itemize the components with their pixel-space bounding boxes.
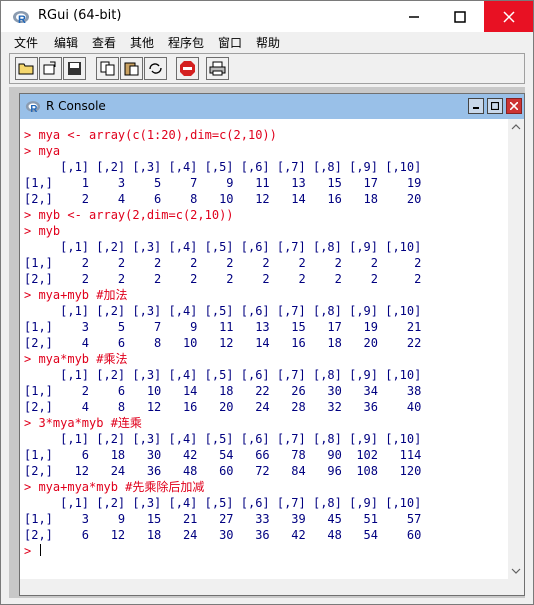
console-line: [1,] 6 18 30 42 54 66 78 90 102 114 (24, 448, 422, 462)
svg-text:R: R (30, 104, 37, 114)
console-line: > mya*myb #乘法 (24, 352, 128, 366)
mdi-client-area: R R Console > mya <- array(c(1:20),dim=c… (9, 87, 525, 598)
console-line: [,1] [,2] [,3] [,4] [,5] [,6] [,7] [,8] … (24, 160, 422, 174)
save-icon (68, 62, 81, 75)
minimize-icon (473, 107, 479, 109)
maximize-icon (491, 102, 499, 110)
close-button[interactable] (484, 1, 533, 32)
r-logo-icon: R (25, 101, 41, 114)
stop-button[interactable] (176, 57, 199, 80)
console-line: [,1] [,2] [,3] [,4] [,5] [,6] [,7] [,8] … (24, 304, 422, 318)
console-line: > mya+myb #加法 (24, 288, 128, 302)
minimize-button[interactable] (391, 1, 437, 32)
window-title: RGui (64-bit) (38, 8, 122, 23)
paste-button[interactable] (120, 57, 143, 80)
menu-edit[interactable]: 编辑 (54, 34, 78, 51)
print-button[interactable] (206, 57, 229, 80)
vertical-scrollbar[interactable] (508, 119, 524, 579)
menu-view[interactable]: 查看 (92, 34, 116, 51)
load-workspace-icon (43, 61, 56, 75)
refresh-icon (149, 63, 162, 74)
close-icon (502, 10, 515, 23)
console-close-button[interactable] (506, 98, 522, 114)
console-output[interactable]: > mya <- array(c(1:20),dim=c(2,10)) > my… (24, 127, 504, 567)
console-line: [1,] 2 6 10 14 18 22 26 30 34 38 (24, 384, 422, 398)
svg-text:R: R (18, 14, 26, 25)
open-script-button[interactable] (15, 57, 38, 80)
console-line: [2,] 6 12 18 24 30 36 42 48 54 60 (24, 528, 422, 542)
console-line: > mya <- array(c(1:20),dim=c(2,10)) (24, 128, 277, 142)
console-line: [,1] [,2] [,3] [,4] [,5] [,6] [,7] [,8] … (24, 240, 422, 254)
console-prompt: > (24, 544, 32, 558)
scroll-down-icon (511, 568, 521, 574)
printer-icon (209, 61, 226, 76)
console-line: [1,] 2 2 2 2 2 2 2 2 2 2 (24, 256, 422, 270)
copy-icon (100, 61, 115, 76)
menu-bar: 文件 编辑 查看 其他 程序包 窗口 帮助 (1, 32, 533, 52)
load-workspace-button[interactable] (39, 57, 62, 80)
save-workspace-button[interactable] (63, 57, 86, 80)
scroll-up-icon (511, 124, 521, 130)
console-title-bar[interactable]: R R Console (20, 94, 524, 119)
console-line: [1,] 3 5 7 9 11 13 15 17 19 21 (24, 320, 422, 334)
maximize-button[interactable] (437, 1, 483, 32)
horizontal-scrollbar[interactable] (20, 579, 524, 595)
toolbar (9, 53, 525, 84)
console-line: [,1] [,2] [,3] [,4] [,5] [,6] [,7] [,8] … (24, 496, 422, 510)
copy-paste-button[interactable] (144, 57, 167, 80)
text-cursor (40, 544, 42, 556)
console-line: [2,] 4 8 12 16 20 24 28 32 36 40 (24, 400, 422, 414)
menu-packages[interactable]: 程序包 (168, 34, 204, 51)
console-minimize-button[interactable] (468, 98, 484, 114)
console-line: > myb <- array(2,dim=c(2,10)) (24, 208, 234, 222)
console-line: > 3*mya*myb #连乘 (24, 416, 142, 430)
console-line: > myb (24, 224, 61, 238)
console-line: > mya (24, 144, 61, 158)
console-line: [,1] [,2] [,3] [,4] [,5] [,6] [,7] [,8] … (24, 368, 422, 382)
console-line: [1,] 3 9 15 21 27 33 39 45 51 57 (24, 512, 422, 526)
console-line: [2,] 2 4 6 8 10 12 14 16 18 20 (24, 192, 422, 206)
console-maximize-button[interactable] (487, 98, 503, 114)
console-line: [2,] 12 24 36 48 60 72 84 96 108 120 (24, 464, 422, 478)
console-line: [,1] [,2] [,3] [,4] [,5] [,6] [,7] [,8] … (24, 432, 422, 446)
console-line: [2,] 4 6 8 10 12 14 16 18 20 22 (24, 336, 422, 350)
stop-icon (180, 61, 195, 76)
menu-help[interactable]: 帮助 (256, 34, 280, 51)
open-folder-icon (18, 63, 34, 75)
r-console-window: R R Console > mya <- array(c(1:20),dim=c… (19, 93, 525, 596)
console-line: > mya+mya*myb #先乘除后加减 (24, 480, 205, 494)
maximize-icon (454, 10, 466, 23)
menu-file[interactable]: 文件 (14, 34, 38, 51)
console-line: [1,] 1 3 5 7 9 11 13 15 17 19 (24, 176, 422, 190)
paste-icon (124, 62, 139, 76)
menu-windows[interactable]: 窗口 (218, 34, 242, 51)
minimize-icon (409, 15, 419, 18)
title-bar[interactable]: R RGui (64-bit) (1, 1, 533, 32)
rgui-window: R RGui (64-bit) 文件 编辑 查看 其他 程序包 窗口 帮助 R … (0, 0, 534, 605)
console-prompt-line[interactable]: > (24, 543, 504, 559)
menu-misc[interactable]: 其他 (130, 34, 154, 51)
console-title: R Console (46, 99, 106, 113)
close-icon (510, 102, 518, 110)
console-line: [2,] 2 2 2 2 2 2 2 2 2 2 (24, 272, 422, 286)
r-logo-icon: R (13, 11, 29, 25)
copy-button[interactable] (96, 57, 119, 80)
